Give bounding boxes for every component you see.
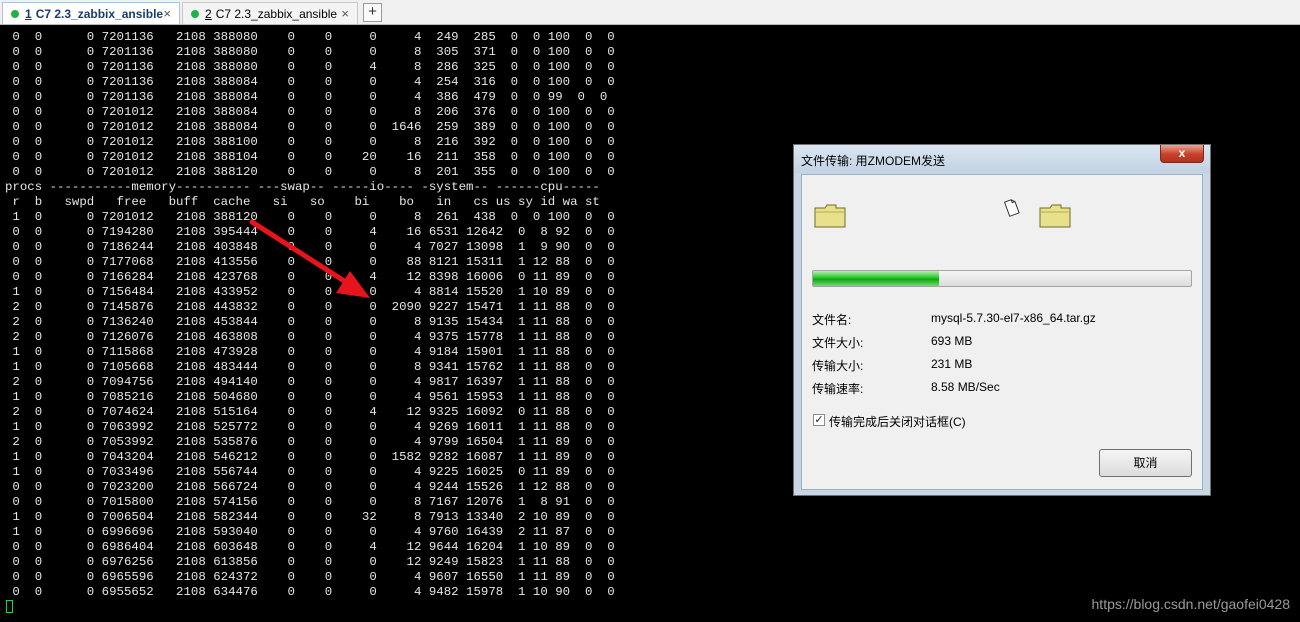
file-size-value: 693 MB <box>931 334 973 348</box>
dialog-title-bar[interactable]: 文件传输: 用ZMODEM发送 x <box>794 145 1210 173</box>
tab-label: C7 2.3_zabbix_ansible <box>215 6 338 21</box>
dialog-body: 文件名: mysql-5.7.30-el7-x86_64.tar.gz 文件大小… <box>801 174 1203 490</box>
connected-status-icon <box>191 9 199 18</box>
transferred-size-label: 传输大小: <box>812 359 864 373</box>
transfer-progress-bar <box>812 270 1192 287</box>
filename-label: 文件名: <box>812 313 852 327</box>
tab-label: C7 2.3_zabbix_ansible <box>35 6 164 21</box>
close-when-done-checkbox[interactable]: ✓ <box>813 414 825 426</box>
tab-close-icon[interactable]: × <box>341 6 349 21</box>
folder-icon <box>1039 204 1071 228</box>
tab-session-1[interactable]: 1 C7 2.3_zabbix_ansible × <box>2 2 180 24</box>
transfer-rate-label: 传输速率: <box>812 382 864 396</box>
file-icon <box>1003 199 1020 217</box>
filename-value: mysql-5.7.30-el7-x86_64.tar.gz <box>931 311 1096 325</box>
transfer-rate-value: 8.58 MB/Sec <box>931 380 1000 394</box>
close-when-done-label[interactable]: 传输完成后关闭对话框(C) <box>829 413 966 430</box>
new-tab-button[interactable]: + <box>363 3 382 22</box>
tab-bar: 1 C7 2.3_zabbix_ansible × 2 C7 2.3_zabbi… <box>0 0 1300 25</box>
folder-icon <box>814 204 846 228</box>
progress-fill <box>813 271 939 286</box>
tab-number: 1 <box>25 6 32 21</box>
file-size-label: 文件大小: <box>812 336 864 350</box>
watermark-text: https://blog.csdn.net/gaofei0428 <box>1091 596 1290 612</box>
tab-session-2[interactable]: 2 C7 2.3_zabbix_ansible × <box>182 2 358 24</box>
tab-close-icon[interactable]: × <box>163 6 171 21</box>
file-transfer-dialog: 文件传输: 用ZMODEM发送 x 文件名: mysql-5.7.30-el7-… <box>793 144 1211 496</box>
cancel-button[interactable]: 取消 <box>1099 449 1192 477</box>
close-button[interactable]: x <box>1160 145 1204 163</box>
dialog-title: 文件传输: 用ZMODEM发送 <box>801 154 945 168</box>
connected-status-icon <box>11 9 19 18</box>
transferred-size-value: 231 MB <box>931 357 973 371</box>
tab-number: 2 <box>205 6 212 21</box>
